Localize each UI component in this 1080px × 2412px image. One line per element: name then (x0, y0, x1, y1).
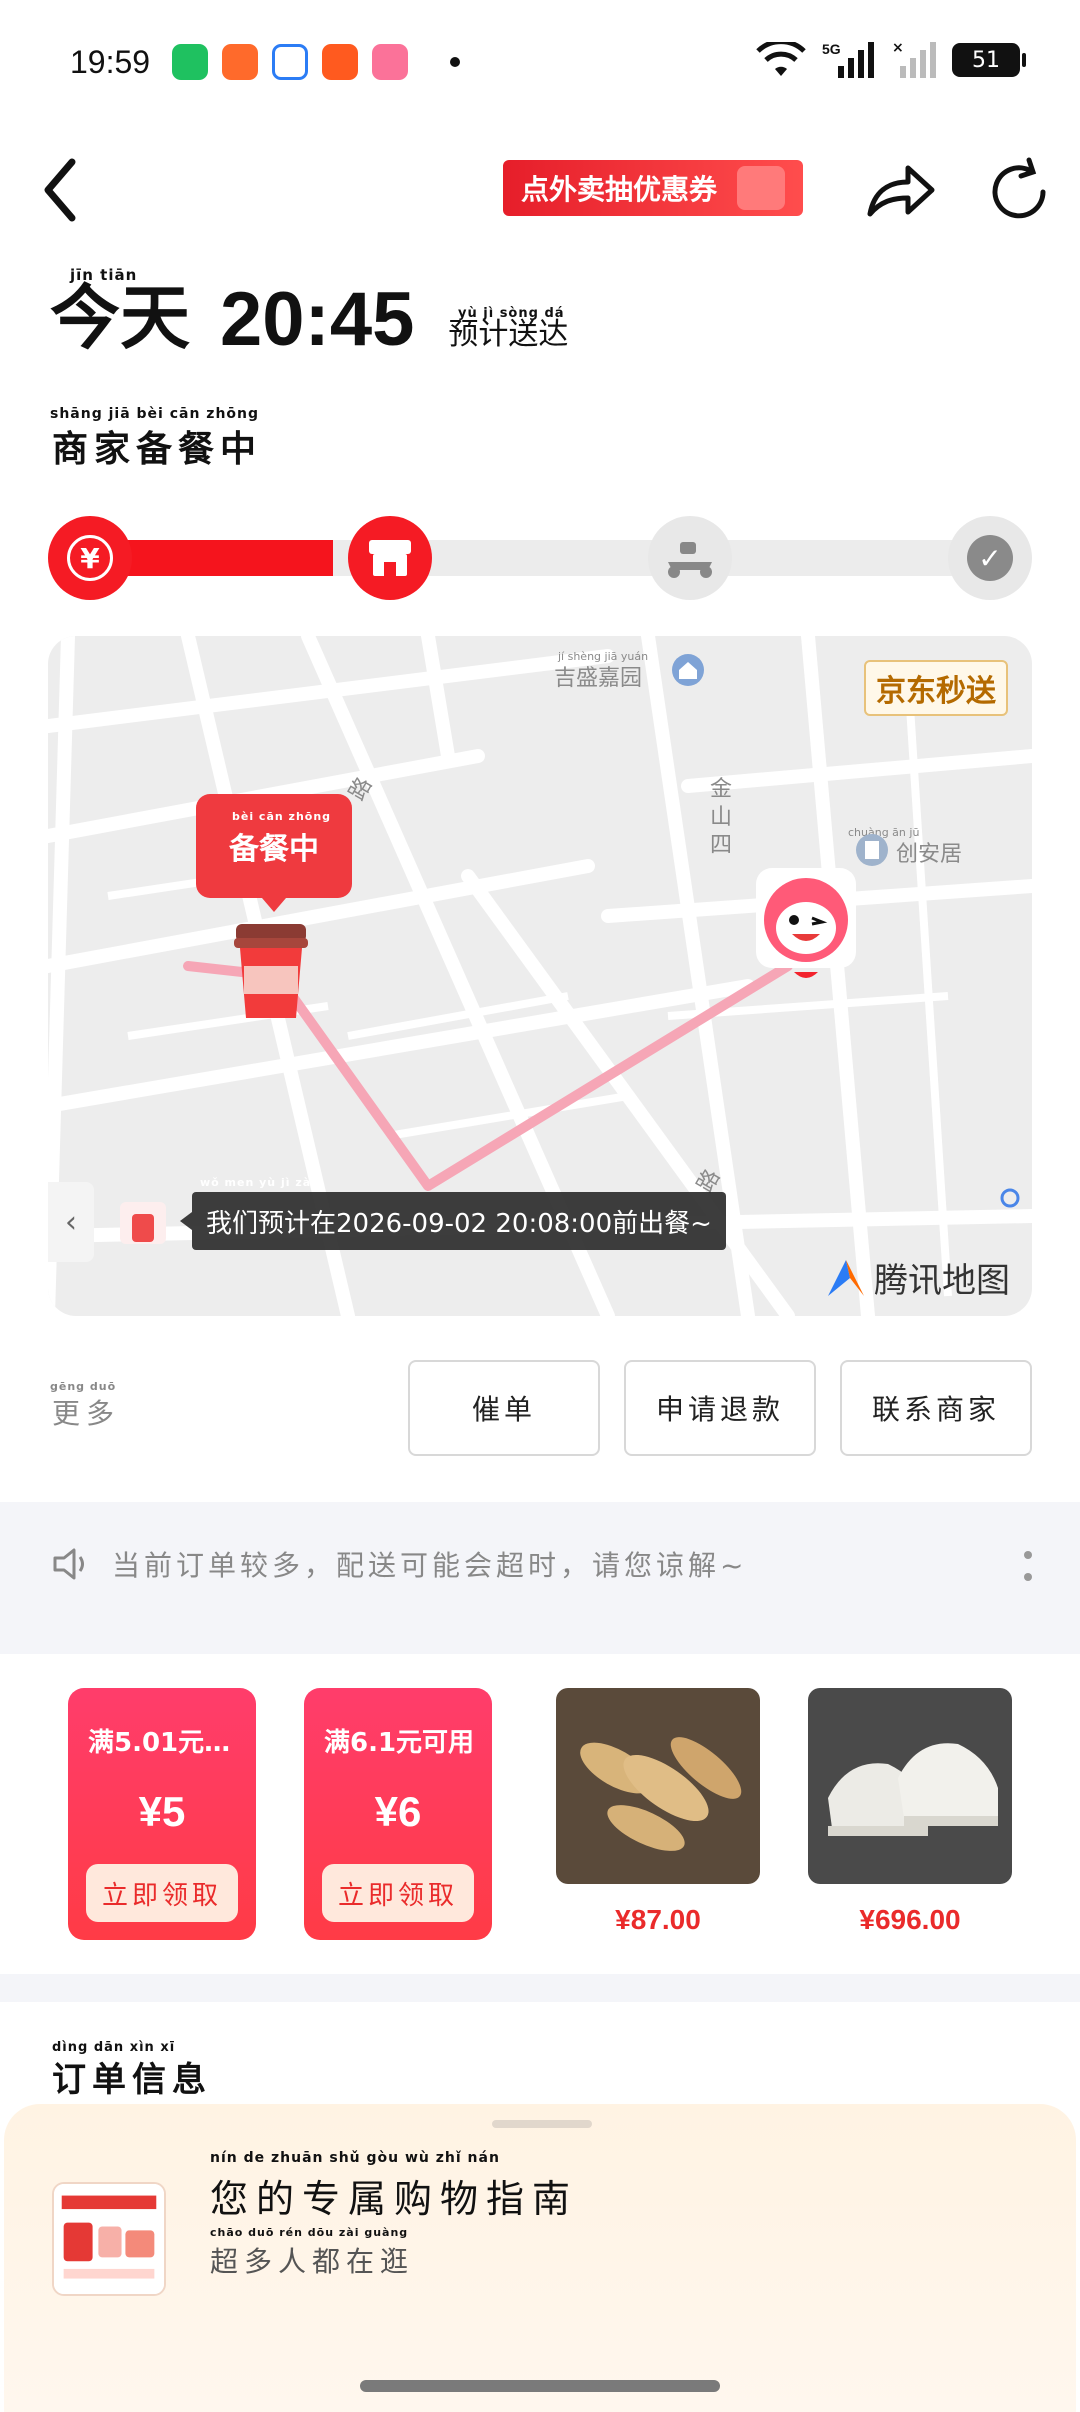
back-icon[interactable] (40, 150, 110, 230)
home-indicator[interactable] (360, 2380, 720, 2392)
urge-order-label: 催单 (471, 1393, 536, 1426)
shopping-guide-sheet[interactable]: nín de zhuān shǔ gòu wù zhǐ nán 您的专属购物指南… (4, 2104, 1076, 2412)
coupon-card[interactable]: 满6.1元可用 ¥6 立即领取 (304, 1688, 492, 1940)
merchant-status: 商家备餐中 (52, 429, 263, 470)
refund-request-button[interactable]: 申请退款 (624, 1360, 816, 1456)
app-icon (322, 44, 359, 80)
store-thumbnail-icon (120, 1202, 166, 1244)
section-divider (0, 1626, 1080, 1654)
shopping-guide-thumbnail (52, 2182, 166, 2296)
claim-coupon-button[interactable]: 立即领取 (322, 1864, 474, 1922)
bilibili-icon (372, 44, 409, 80)
status-bar: 19:59 5G × 51 (0, 0, 1080, 124)
speaker-icon (53, 1548, 84, 1580)
delivery-map[interactable]: 京东秒送 jí shèng jiā yuán 吉盛嘉园 chuàng ān jū… (48, 636, 1032, 1316)
place2-label: 创安居 (896, 842, 963, 867)
ginseng-product-image (556, 1688, 760, 1884)
tencent-map-icon (828, 1259, 864, 1296)
guide-title: 您的专属购物指南 (210, 2177, 579, 2221)
header-bar: 点外卖抽优惠券 (0, 140, 1080, 240)
guide-subtitle: 超多人都在逛 (210, 2245, 415, 2278)
status-time: 19:59 (70, 43, 151, 80)
map-collapse-button[interactable]: ‹ (48, 1182, 94, 1262)
step-paid: ¥ (48, 516, 132, 600)
guide-title-pinyin: nín de zhuān shǔ gòu wù zhǐ nán (210, 2150, 500, 2166)
prep-note-pinyin: wǒ men yù jì zài (200, 1176, 316, 1189)
signal-no-sim-icon: × (892, 40, 936, 78)
product-card[interactable]: ¥87.00 (556, 1688, 760, 1940)
refresh-icon[interactable] (985, 152, 1055, 232)
notification-icons (172, 44, 461, 80)
store-icon (369, 540, 411, 576)
product-price: ¥696.00 (859, 1904, 961, 1935)
more-button[interactable]: 更多 (52, 1392, 120, 1432)
wechat-icon (172, 44, 209, 80)
signal-5g-icon: 5G (822, 41, 874, 78)
contact-merchant-label: 联系商家 (871, 1393, 1000, 1426)
claim-coupon-button[interactable]: 立即领取 (86, 1864, 238, 1922)
tencent-map-label: 腾讯地图 (874, 1261, 1010, 1301)
courier-avatar-icon (756, 868, 856, 978)
scooter-icon (668, 542, 712, 578)
delivery-progress: ¥ ✓ (48, 516, 1032, 600)
refund-request-label: 申请退款 (655, 1393, 784, 1426)
yuan-icon: ¥ (67, 535, 113, 581)
step-delivering (648, 516, 732, 600)
svg-text:×: × (892, 40, 904, 56)
eta-day: 今天 (50, 277, 190, 359)
coupon-banner-label: 点外卖抽优惠券 (521, 173, 718, 206)
coupon-condition: 满5.01元… (88, 1728, 231, 1758)
step-delivered: ✓ (948, 516, 1032, 600)
battery-icon: 51 (952, 43, 1026, 77)
eta-time: 20:45 (220, 277, 415, 362)
coffee-cup-icon (234, 924, 308, 1018)
order-info-title: 订单信息 (52, 2060, 212, 2100)
building-icon (856, 834, 888, 866)
coupon-amount: ¥6 (374, 1788, 422, 1835)
cloud-icon (272, 44, 309, 80)
status-bubble-pinyin: bèi cān zhōng (232, 810, 332, 823)
jd-express-badge: 京东秒送 (864, 660, 1008, 716)
place1-label: 吉盛嘉园 (554, 666, 643, 691)
share-icon[interactable] (860, 152, 940, 232)
prep-time-note: 我们预计在2026-09-02 20:08:00前出餐~ (180, 1192, 726, 1250)
road2-label: 金山四 (710, 777, 733, 858)
section-divider (0, 1974, 1080, 2002)
red-envelope-icon (737, 166, 785, 210)
sheet-drag-handle[interactable] (492, 2120, 592, 2128)
step-preparing (348, 516, 432, 600)
sneaker-product-image (808, 1688, 1012, 1884)
guide-subtitle-pinyin: chāo duō rén dōu zài guàng (210, 2226, 409, 2239)
notice-text: 当前订单较多，配送可能会超时，请您谅解~ (112, 1549, 748, 1582)
wifi-icon (756, 42, 806, 76)
coupon-condition: 满6.1元可用 (324, 1728, 475, 1758)
residence-icon (672, 654, 704, 686)
urge-order-button[interactable]: 催单 (408, 1360, 600, 1456)
eta-label-pinyin: yù jì sòng dá (458, 306, 565, 321)
recommend-row: 满5.01元… ¥5 立即领取 满6.1元可用 ¥6 立即领取 ¥87.00 ¥… (0, 1654, 1080, 1974)
product-price: ¥87.00 (615, 1904, 701, 1935)
check-icon: ✓ (967, 535, 1013, 581)
tencent-map-logo: 腾讯地图 (824, 1253, 1010, 1302)
game-icon (222, 44, 259, 80)
svg-text:5G: 5G (822, 41, 841, 57)
contact-merchant-button[interactable]: 联系商家 (840, 1360, 1032, 1456)
notice-bar: 当前订单较多，配送可能会超时，请您谅解~ (0, 1502, 1080, 1626)
system-status: 5G × 51 (756, 40, 1026, 80)
coupon-card[interactable]: 满5.01元… ¥5 立即领取 (68, 1688, 256, 1940)
more-notifications-icon (450, 57, 461, 67)
product-card[interactable]: ¥696.00 (808, 1688, 1012, 1940)
coupon-lottery-banner[interactable]: 点外卖抽优惠券 (503, 160, 803, 216)
coupon-amount: ¥5 (138, 1788, 186, 1835)
more-vertical-icon[interactable] (1024, 1550, 1032, 1582)
